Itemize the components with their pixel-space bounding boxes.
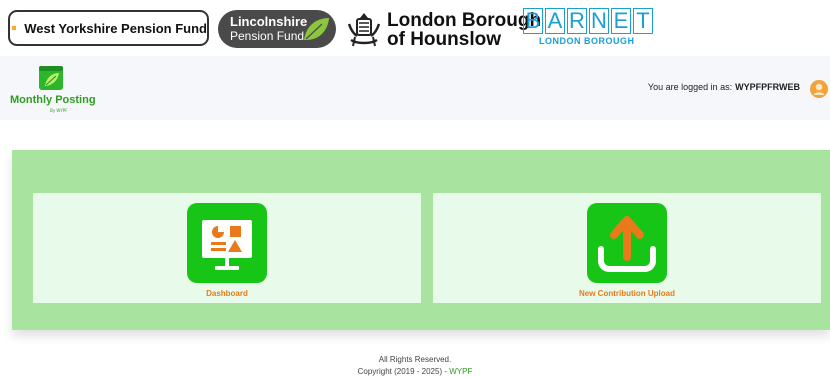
user-avatar[interactable]	[810, 80, 828, 98]
upload-icon	[587, 203, 667, 283]
footer-copyright: Copyright (2019 - 2025) - WYPF	[0, 366, 830, 378]
rose-icon	[12, 25, 17, 31]
hounslow-logo-line2: of Hounslow	[387, 29, 501, 50]
logged-in-username: WYPFPFRWEB	[735, 82, 800, 92]
app-subtitle: By WYPF	[50, 108, 68, 113]
barnet-letter: A	[545, 8, 565, 34]
login-prefix: You are logged in as:	[647, 82, 733, 92]
hounslow-logo: London Borough of Hounslow	[345, 8, 541, 52]
lincolnshire-pension-fund-logo: Lincolnshire Pension Fund	[218, 10, 336, 48]
dashboard-tile[interactable]: Dashboard	[33, 193, 421, 303]
footer-rights: All Rights Reserved.	[378, 355, 452, 364]
page-footer: All Rights Reserved. Copyright (2019 - 2…	[0, 354, 830, 378]
user-icon	[813, 83, 825, 95]
barnet-logo-subtitle: LONDON BOROUGH	[539, 36, 635, 46]
west-yorkshire-pension-fund-logo: West Yorkshire Pension Fund	[8, 10, 209, 46]
barnet-logo: B A R N E T LONDON BOROUGH	[523, 8, 659, 50]
west-yorkshire-logo-text: West Yorkshire Pension Fund	[24, 20, 207, 36]
app-title: Monthly Posting	[10, 94, 96, 106]
new-contribution-upload-tile[interactable]: New Contribution Upload	[433, 193, 821, 303]
partner-logo-strip: West Yorkshire Pension Fund Lincolnshire…	[0, 0, 830, 54]
barnet-letter: E	[611, 8, 631, 34]
barnet-letter: B	[523, 8, 543, 34]
leaf-icon	[304, 18, 329, 40]
footer-wypf-link[interactable]: WYPF	[449, 367, 472, 376]
coat-of-arms-icon	[347, 13, 381, 47]
monthly-posting-icon	[39, 66, 63, 90]
barnet-letter: R	[567, 8, 587, 34]
barnet-letter: N	[589, 8, 609, 34]
footer-copyright-text: Copyright (2019 - 2025) -	[357, 367, 448, 376]
app-header: Monthly Posting By WYPF You are logged i…	[0, 56, 830, 120]
hounslow-logo-line1: London Borough	[387, 10, 542, 31]
dashboard-label: Dashboard	[206, 289, 248, 298]
barnet-logo-letters: B A R N E T	[523, 8, 659, 34]
barnet-letter: T	[633, 8, 653, 34]
dashboard-presentation-icon	[187, 203, 267, 283]
login-status: You are logged in as: WYPFPFRWEB	[648, 82, 800, 92]
new-contribution-upload-label: New Contribution Upload	[579, 289, 675, 298]
app-brand-logo[interactable]: Monthly Posting By WYPF	[8, 64, 108, 116]
main-panel: Dashboard New Contribution Upload	[12, 150, 830, 330]
